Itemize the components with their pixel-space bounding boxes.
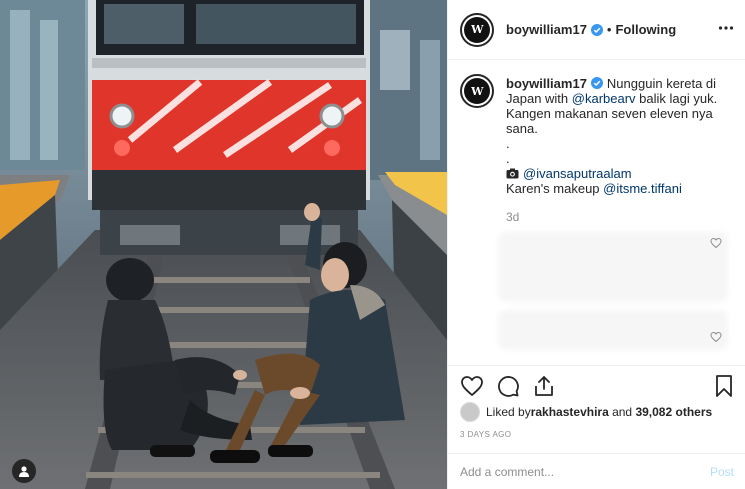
header-username[interactable]: boywilliam17 — [506, 22, 587, 37]
comment-form: Post — [448, 453, 745, 489]
likes-middle: and — [608, 405, 636, 419]
liker-username[interactable]: rakhastevhira — [531, 405, 609, 419]
separator-dot: • — [606, 22, 612, 37]
comment-icon[interactable] — [496, 374, 520, 398]
share-icon[interactable] — [532, 374, 556, 398]
liker-avatar — [460, 402, 480, 422]
caption: W boywilliam17 Nungguin kereta di Japan w… — [460, 74, 736, 196]
photo-credit-line: @ivansaputraalam — [506, 166, 736, 181]
verified-badge-icon — [590, 77, 603, 89]
heart-icon[interactable] — [460, 374, 484, 398]
bookmark-icon[interactable] — [712, 374, 736, 398]
camera-icon — [506, 168, 519, 179]
comment-input[interactable] — [460, 464, 710, 479]
mention-link[interactable]: @ivansaputraalam — [523, 166, 632, 181]
post-header: W boywilliam17 • Following — [448, 0, 745, 60]
likes-count[interactable]: 39,082 others — [635, 405, 712, 419]
makeup-credit-line: Karen's makeup @itsme.tiffani — [506, 181, 736, 196]
caption-username[interactable]: boywilliam17 — [506, 76, 587, 91]
caption-dot: . — [506, 136, 510, 151]
post-details-pane: W boywilliam17 • Following W boywilliam1… — [447, 0, 745, 489]
makeup-credit-label: Karen's makeup — [506, 181, 604, 196]
likes-summary[interactable]: Liked by rakhastevhira and 39,082 others — [460, 402, 712, 422]
following-button[interactable]: Following — [615, 22, 676, 37]
blurred-comment — [498, 310, 728, 350]
caption-timestamp: 3d — [506, 210, 520, 224]
post-image — [0, 0, 447, 489]
avatar[interactable]: W — [460, 12, 494, 47]
comments-area[interactable]: W boywilliam17 Nungguin kereta di Japan w… — [448, 60, 745, 365]
blurred-comment — [498, 232, 728, 302]
comment-like-icon[interactable] — [710, 331, 722, 343]
post-comment-button[interactable]: Post — [710, 465, 734, 479]
likes-prefix: Liked by — [486, 405, 531, 419]
mention-link[interactable]: @karbearv — [572, 91, 636, 106]
caption-dot: . — [506, 151, 510, 166]
mention-link[interactable]: @itsme.tiffani — [603, 181, 682, 196]
caption-avatar[interactable]: W — [460, 74, 494, 108]
caption-text: boywilliam17 Nungguin kereta di Japan wit… — [506, 76, 736, 196]
comment-like-icon[interactable] — [710, 237, 722, 249]
user-tag-icon[interactable] — [12, 459, 36, 483]
post-date: 3 DAYS AGO — [460, 430, 512, 439]
verified-badge-icon — [590, 23, 603, 36]
action-bar — [448, 365, 745, 403]
post-photo[interactable] — [0, 0, 447, 489]
more-options-icon[interactable] — [718, 20, 734, 36]
